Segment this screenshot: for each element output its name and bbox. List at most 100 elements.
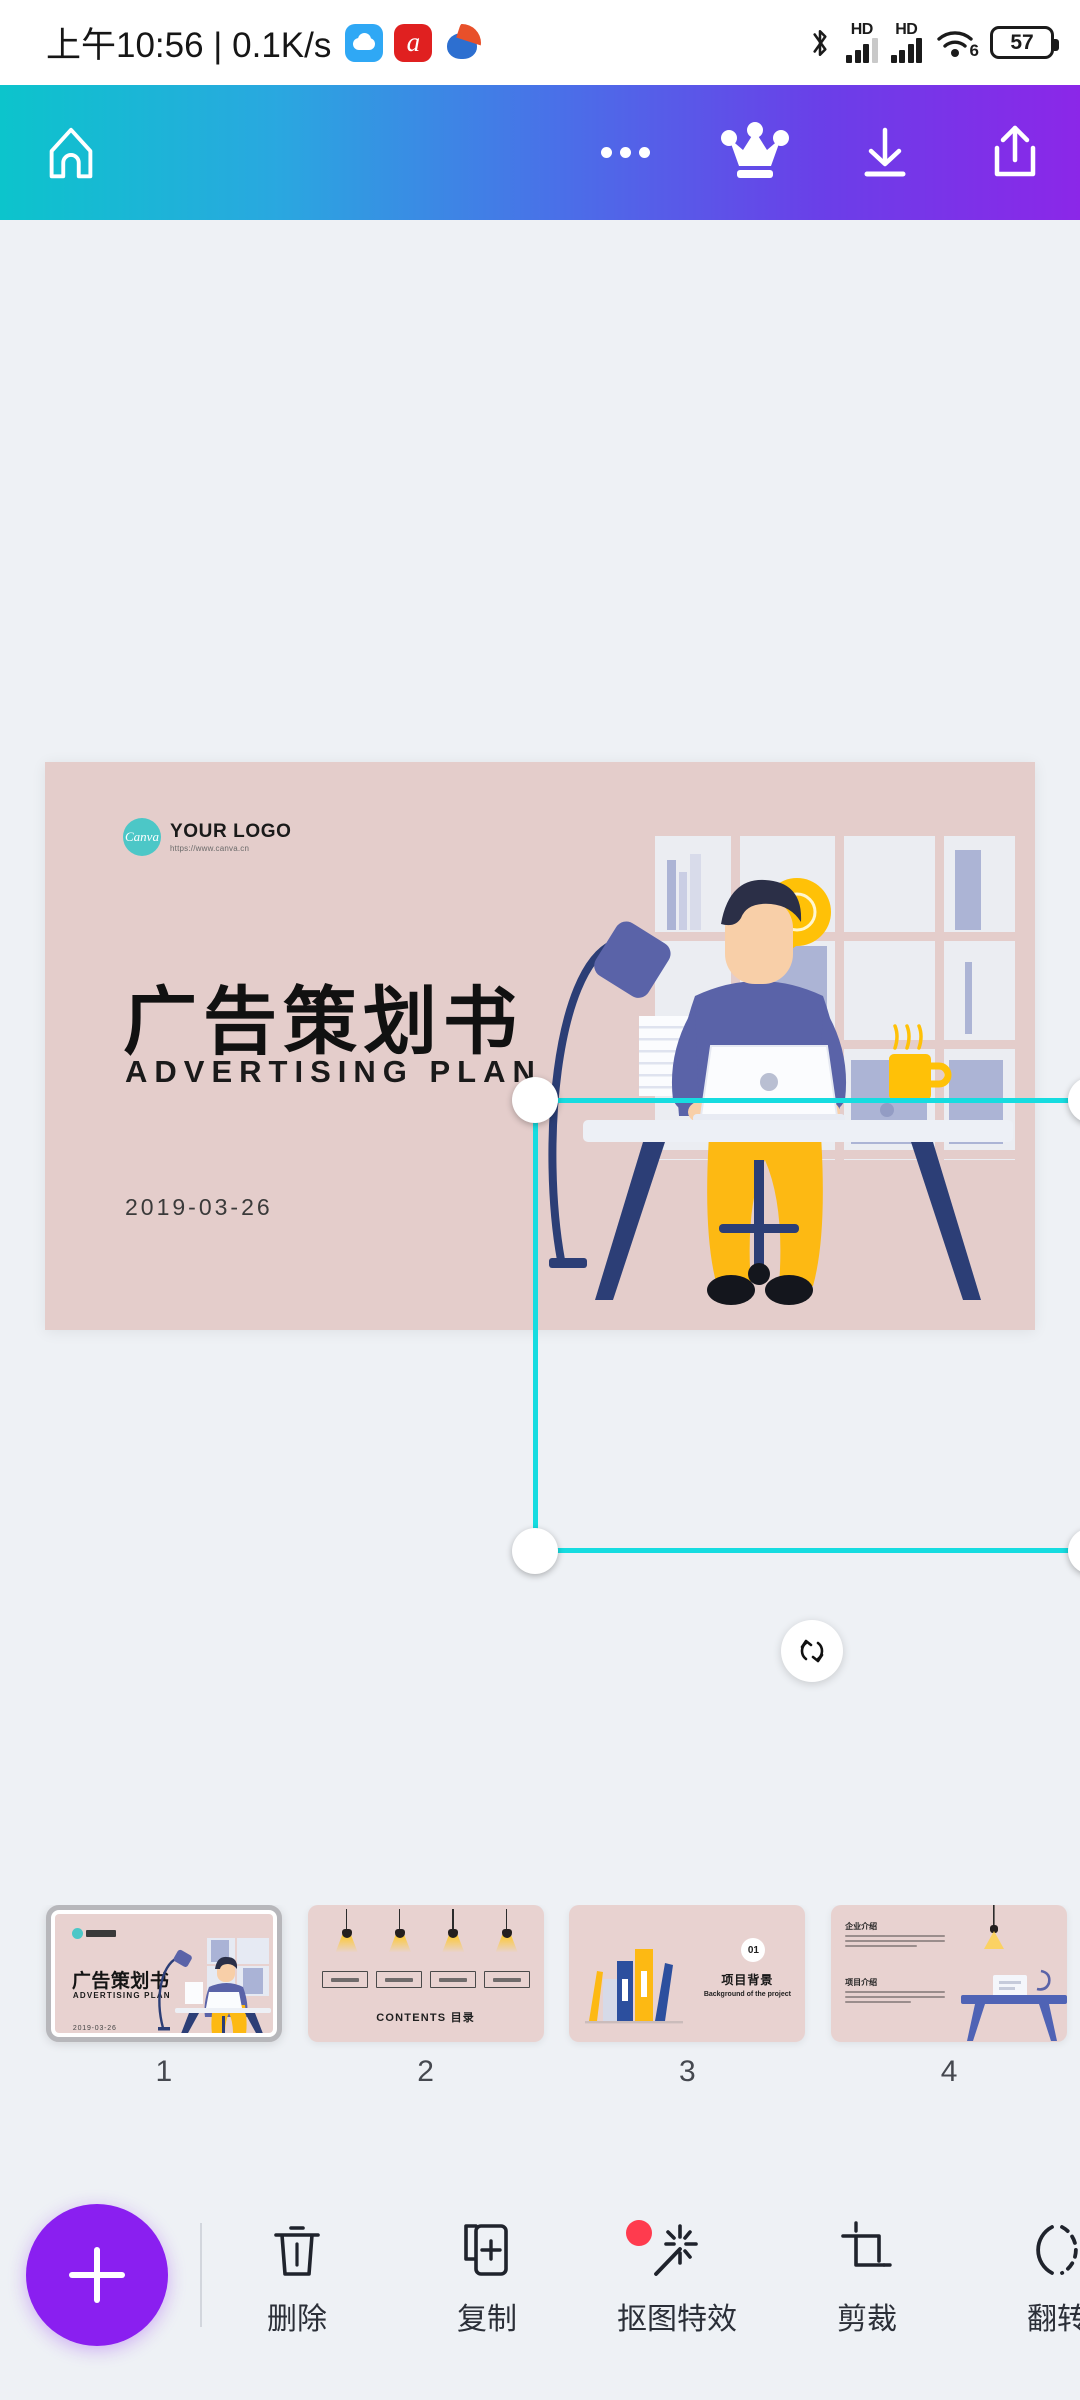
- app-root: 上午10:56 | 0.1K/s HD HD: [0, 0, 1080, 2400]
- content-box: [483, 1971, 530, 1988]
- thumbnail-4[interactable]: 企业介绍 项目介绍 4: [818, 1905, 1080, 2089]
- status-bar-right: HD HD 6 57: [807, 22, 1059, 63]
- trash-icon: [274, 2226, 320, 2276]
- books-illustration: [585, 1949, 684, 2024]
- thumbnail-4-number: 4: [940, 2055, 958, 2088]
- thumbnail-3[interactable]: 01 项目背景 Background of the project 3: [557, 1905, 819, 2089]
- slide-thumbnail-strip[interactable]: 广告策划书 ADVERTISING PLAN 2019-03-26 1 CONT…: [0, 1905, 1080, 2150]
- thumbnail-4-image[interactable]: 企业介绍 项目介绍: [831, 1905, 1068, 2042]
- selection-handle-bottom-right[interactable]: [1068, 1528, 1080, 1574]
- download-icon: [864, 127, 906, 176]
- download-button[interactable]: [820, 85, 950, 220]
- selection-handle-top-right[interactable]: [1068, 1077, 1080, 1123]
- add-element-button[interactable]: [26, 2204, 168, 2346]
- thumbnail-3-image[interactable]: 01 项目背景 Background of the project: [569, 1905, 806, 2042]
- share-button[interactable]: [950, 85, 1080, 220]
- rotate-button[interactable]: [781, 1620, 843, 1682]
- status-bar-left: 上午10:56 | 0.1K/s: [46, 17, 807, 68]
- magic-wand-icon: [654, 2224, 698, 2276]
- slide-logo: Canva YOUR LOGO https://www.canva.cn: [123, 818, 292, 856]
- flip-icon: [1036, 2225, 1078, 2275]
- bottom-toolbar-items: 删除 复制 抠图特效 剪裁 翻转: [202, 2212, 1080, 2338]
- wifi-generation-label: 6: [969, 40, 979, 60]
- thumbnail-2-lamps: [334, 1909, 520, 1952]
- premium-crown-button[interactable]: [690, 85, 820, 220]
- flip-label: 翻转: [1027, 2303, 1080, 2336]
- flip-button[interactable]: 翻转: [962, 2212, 1080, 2338]
- baidu-icon: [443, 23, 482, 62]
- thumbnail-1-number: 1: [155, 2055, 173, 2088]
- copy-icon-wrap: [458, 2212, 516, 2288]
- bottom-toolbar: 删除 复制 抠图特效 剪裁 翻转: [0, 2150, 1080, 2400]
- bluetooth-icon: [813, 29, 827, 56]
- add-icon: [69, 2247, 125, 2303]
- signal-bars-1: [846, 37, 878, 63]
- thumbnail-2[interactable]: CONTENTS 目录 2: [295, 1905, 557, 2089]
- copy-label: 复制: [457, 2303, 517, 2336]
- editor-canvas[interactable]: Canva YOUR LOGO https://www.canva.cn 广告策…: [0, 220, 1080, 1880]
- thumbnail-4-heading-1: 企业介绍: [845, 1922, 878, 1931]
- logo-badge-icon: Canva: [123, 818, 161, 856]
- logo-text-bar: [85, 1930, 116, 1937]
- new-feature-badge: [626, 2220, 652, 2246]
- crop-label: 剪裁: [837, 2303, 897, 2336]
- thumbnail-4-text-block-2: [845, 1991, 946, 2006]
- share-icon: [994, 125, 1036, 176]
- status-time: 上午10:56 | 0.1K/s: [46, 26, 332, 65]
- copy-button[interactable]: 复制: [392, 2212, 582, 2338]
- wifi-icon: 6: [935, 27, 979, 60]
- crop-icon: [841, 2221, 892, 2267]
- more-options-button[interactable]: [560, 85, 690, 220]
- slide-illustration[interactable]: [535, 820, 1035, 1330]
- thumbnail-2-image[interactable]: CONTENTS 目录: [307, 1905, 544, 2042]
- flip-icon-wrap: [1026, 2212, 1080, 2288]
- rotate-icon: [800, 1639, 824, 1663]
- cloud-icon: [345, 23, 384, 62]
- slide-title[interactable]: 广告策划书: [123, 962, 523, 1069]
- hanging-lamp-icon: [494, 1909, 520, 1952]
- signal-indicator-1: HD: [846, 22, 878, 63]
- trash-icon-wrap: [269, 2212, 325, 2288]
- thumbnail-1[interactable]: 广告策划书 ADVERTISING PLAN 2019-03-26 1: [33, 1905, 295, 2089]
- delete-button[interactable]: 删除: [202, 2212, 392, 2338]
- magic-wand-icon-wrap: [626, 2212, 708, 2288]
- hd-label-1: HD: [850, 21, 874, 38]
- selection-handle-bottom-left[interactable]: [512, 1528, 558, 1574]
- thumbnail-2-number: 2: [417, 2055, 434, 2088]
- desk-illustration: [961, 1969, 1068, 2041]
- top-toolbar: [0, 85, 1080, 220]
- thumbnail-2-contents-label: CONTENTS 目录: [376, 2012, 475, 2024]
- content-box: [375, 1971, 422, 1988]
- thumbnail-2-label-boxes: [321, 1971, 530, 1988]
- thumbnail-1-image[interactable]: 广告策划书 ADVERTISING PLAN 2019-03-26: [45, 1905, 282, 2042]
- crop-icon-wrap: [839, 2212, 895, 2288]
- thumbnail-3-title: 项目背景: [721, 1973, 774, 1987]
- thumbnail-1-date: 2019-03-26: [72, 2025, 117, 2032]
- thumbnail-3-number: 3: [679, 2055, 696, 2088]
- copy-icon: [464, 2224, 508, 2276]
- crown-icon: [721, 121, 789, 178]
- signal-indicator-2: HD: [890, 22, 922, 63]
- thumbnail-1-content: 广告策划书 ADVERTISING PLAN 2019-03-26: [54, 1914, 273, 2033]
- slide-subtitle[interactable]: ADVERTISING PLAN: [125, 1054, 542, 1090]
- signal-bars-2: [890, 37, 922, 63]
- content-box: [321, 1971, 368, 1988]
- battery-level-label: 57: [1010, 30, 1034, 54]
- thumbnail-3-badge: 01: [741, 1938, 766, 1962]
- crop-button[interactable]: 剪裁: [772, 2212, 962, 2338]
- slide-canvas[interactable]: Canva YOUR LOGO https://www.canva.cn 广告策…: [45, 762, 1035, 1330]
- logo-main-text: YOUR LOGO: [170, 820, 292, 842]
- thumbnail-3-subtitle: Background of the project: [703, 1991, 791, 1998]
- logo-badge-icon: [71, 1928, 83, 1939]
- logo-sub-text: https://www.canva.cn: [170, 843, 250, 853]
- thumbnail-4-text-block-1: [845, 1935, 946, 1950]
- alipay-icon: [394, 23, 433, 62]
- hanging-lamp-icon: [440, 1909, 466, 1952]
- cutout-effects-button[interactable]: 抠图特效: [582, 2212, 772, 2338]
- slide-date[interactable]: 2019-03-26: [125, 1194, 273, 1221]
- delete-label: 删除: [267, 2303, 327, 2336]
- thumbnail-4-heading-2: 项目介绍: [845, 1978, 878, 1987]
- cutout-effects-label: 抠图特效: [617, 2303, 737, 2336]
- thumbnail-1-illustration: [157, 1936, 271, 2033]
- home-icon[interactable]: [40, 122, 102, 184]
